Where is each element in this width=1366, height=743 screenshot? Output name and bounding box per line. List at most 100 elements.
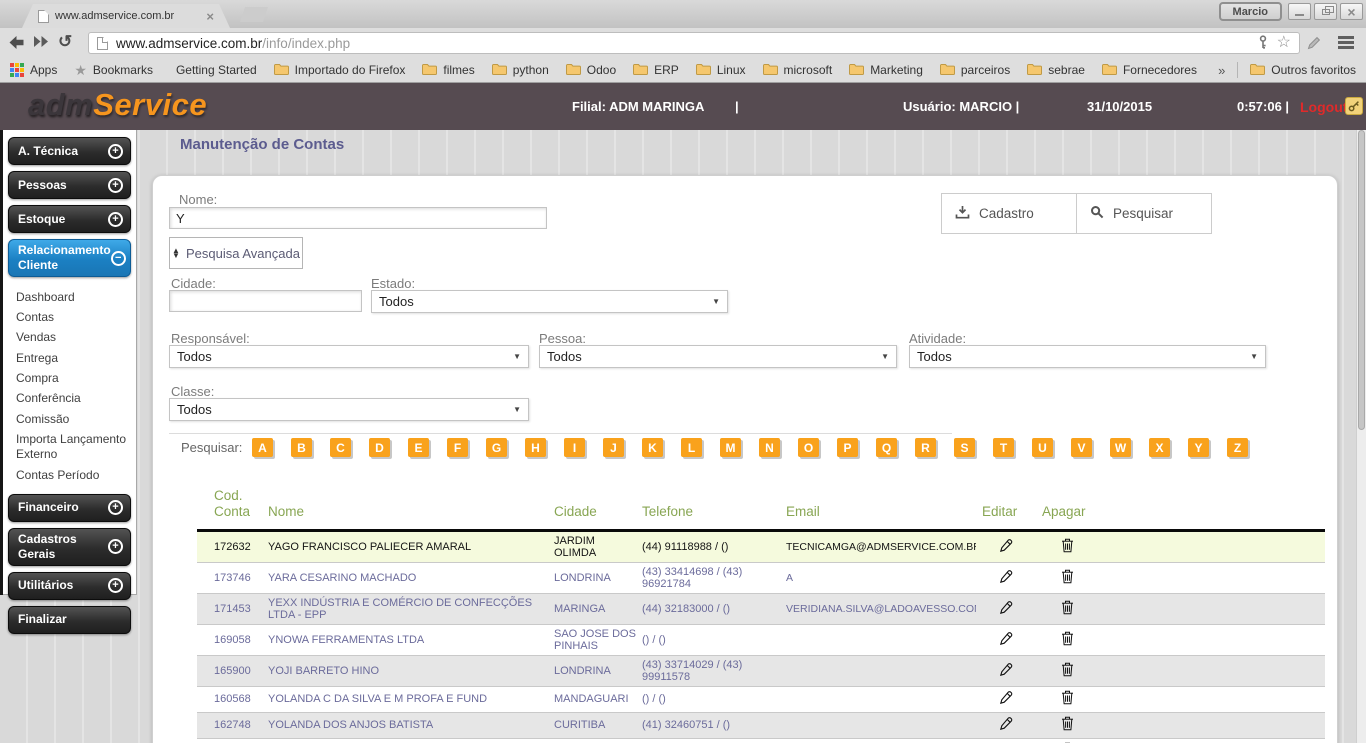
sidebar-group-a-tecnica[interactable]: A. Técnica + xyxy=(8,137,131,165)
sidebar-group-relacionamento-cliente[interactable]: Relacionamento Cliente − xyxy=(8,239,131,277)
letter-button-i[interactable]: I xyxy=(564,438,585,457)
delete-button[interactable] xyxy=(1036,562,1098,594)
reload-button[interactable]: ↺ xyxy=(58,32,72,52)
bookmark-bookmarks[interactable]: ★ Bookmarks xyxy=(74,63,153,78)
sidebar-item-conferencia[interactable]: Conferência xyxy=(16,389,131,409)
sidebar-item-comissao[interactable]: Comissão xyxy=(16,409,131,429)
delete-button[interactable] xyxy=(1036,624,1098,656)
bookmark-erp[interactable]: ERP xyxy=(633,63,679,78)
letter-button-t[interactable]: T xyxy=(993,438,1014,457)
bookmark-apps[interactable]: Apps xyxy=(10,63,57,77)
pesquisar-button[interactable]: Pesquisar xyxy=(1076,194,1211,233)
cidade-input[interactable] xyxy=(169,290,362,312)
bookmark-sebrae[interactable]: sebrae xyxy=(1027,63,1085,78)
letter-button-p[interactable]: P xyxy=(837,438,858,457)
letter-button-n[interactable]: N xyxy=(759,438,780,457)
bookmark-linux[interactable]: Linux xyxy=(695,63,746,78)
edit-button[interactable] xyxy=(976,686,1036,713)
bookmark-python[interactable]: python xyxy=(491,63,549,78)
sidebar-item-vendas[interactable]: Vendas xyxy=(16,328,131,348)
sidebar-item-contas[interactable]: Contas xyxy=(16,307,131,327)
sidebar-item-compra[interactable]: Compra xyxy=(16,368,131,388)
logout-key-icon[interactable] xyxy=(1345,97,1363,115)
delete-button[interactable] xyxy=(1036,530,1098,563)
letter-button-w[interactable]: W xyxy=(1110,438,1131,457)
classe-select[interactable]: Todos ▼ xyxy=(169,398,529,421)
profile-button[interactable]: Marcio xyxy=(1218,2,1282,21)
back-button[interactable] xyxy=(8,35,25,50)
browser-tab[interactable]: www.admservice.com.br × xyxy=(22,4,230,28)
letter-button-l[interactable]: L xyxy=(681,438,702,457)
bookmark-star-icon[interactable]: ☆ xyxy=(1277,35,1291,51)
delete-button[interactable] xyxy=(1036,593,1098,625)
sidebar-group-estoque[interactable]: Estoque + xyxy=(8,205,131,233)
letter-button-h[interactable]: H xyxy=(525,438,546,457)
bookmark-getting-started[interactable]: Getting Started xyxy=(170,63,257,77)
nome-input[interactable] xyxy=(169,207,547,229)
vertical-scrollbar[interactable] xyxy=(1356,130,1366,743)
pessoa-select[interactable]: Todos ▼ xyxy=(539,345,897,368)
sidebar-group-finalizar[interactable]: Finalizar xyxy=(8,605,131,634)
letter-button-y[interactable]: Y xyxy=(1188,438,1209,457)
letter-button-z[interactable]: Z xyxy=(1227,438,1248,457)
bookmark-filmes[interactable]: filmes xyxy=(422,63,475,78)
sidebar-item-entrega[interactable]: Entrega xyxy=(16,348,131,368)
new-tab-button[interactable] xyxy=(240,7,268,22)
forward-button[interactable] xyxy=(33,35,50,48)
sidebar-item-dashboard[interactable]: Dashboard xyxy=(16,287,131,307)
edit-button[interactable] xyxy=(976,712,1036,739)
sidebar-item-contas-periodo[interactable]: Contas Período xyxy=(16,465,131,485)
letter-button-g[interactable]: G xyxy=(486,438,507,457)
responsavel-select[interactable]: Todos ▼ xyxy=(169,345,529,368)
cadastro-button[interactable]: Cadastro xyxy=(942,194,1076,233)
edit-button[interactable] xyxy=(976,738,1036,743)
sidebar-group-financeiro[interactable]: Financeiro + xyxy=(8,493,131,522)
letter-button-s[interactable]: S xyxy=(954,438,975,457)
letter-button-d[interactable]: D xyxy=(369,438,390,457)
menu-icon[interactable] xyxy=(1338,36,1354,49)
customize-icon[interactable] xyxy=(1306,35,1322,56)
advanced-search-button[interactable]: ▲ ▼ Pesquisa Avançada xyxy=(169,237,303,269)
letter-button-x[interactable]: X xyxy=(1149,438,1170,457)
letter-button-q[interactable]: Q xyxy=(876,438,897,457)
url-bar[interactable]: www.admservice.com.br/info/index.php ☆ xyxy=(88,32,1300,54)
sidebar-group-cadastros-gerais[interactable]: Cadastros Gerais + xyxy=(8,527,131,566)
estado-select[interactable]: Todos ▼ xyxy=(371,290,728,313)
bookmark-odoo[interactable]: Odoo xyxy=(565,63,616,78)
letter-button-e[interactable]: E xyxy=(408,438,429,457)
letter-button-f[interactable]: F xyxy=(447,438,468,457)
key-icon[interactable] xyxy=(1257,34,1269,52)
letter-button-j[interactable]: J xyxy=(603,438,624,457)
bookmark-parceiros[interactable]: parceiros xyxy=(939,63,1010,78)
delete-button[interactable] xyxy=(1036,738,1098,743)
logout-link[interactable]: Logout xyxy=(1300,99,1347,115)
letter-button-c[interactable]: C xyxy=(330,438,351,457)
delete-button[interactable] xyxy=(1036,686,1098,713)
letter-button-b[interactable]: B xyxy=(291,438,312,457)
tab-close-icon[interactable]: × xyxy=(206,10,214,23)
letter-button-u[interactable]: U xyxy=(1032,438,1053,457)
bookmarks-overflow-icon[interactable]: » xyxy=(1218,63,1225,78)
delete-button[interactable] xyxy=(1036,712,1098,739)
delete-button[interactable] xyxy=(1036,655,1098,687)
bookmark-microsoft[interactable]: microsoft xyxy=(762,63,832,78)
letter-button-a[interactable]: A xyxy=(252,438,273,457)
letter-button-k[interactable]: K xyxy=(642,438,663,457)
sidebar-group-utilitarios[interactable]: Utilitários + xyxy=(8,571,131,600)
window-restore-button[interactable] xyxy=(1314,3,1337,20)
window-minimize-button[interactable] xyxy=(1288,3,1311,20)
bookmark-importado-do-firefox[interactable]: Importado do Firefox xyxy=(273,63,405,78)
bookmark-fornecedores[interactable]: Fornecedores xyxy=(1101,63,1197,78)
edit-button[interactable] xyxy=(976,655,1036,687)
scrollbar-thumb[interactable] xyxy=(1358,130,1365,430)
letter-button-r[interactable]: R xyxy=(915,438,936,457)
sidebar-group-pessoas[interactable]: Pessoas + xyxy=(8,171,131,199)
edit-button[interactable] xyxy=(976,624,1036,656)
sidebar-item-importa-lancamento-externo[interactable]: Importa Lançamento Externo xyxy=(16,430,131,466)
letter-button-o[interactable]: O xyxy=(798,438,819,457)
edit-button[interactable] xyxy=(976,530,1036,563)
letter-button-m[interactable]: M xyxy=(720,438,741,457)
window-close-button[interactable]: × xyxy=(1340,3,1363,20)
edit-button[interactable] xyxy=(976,562,1036,594)
letter-button-v[interactable]: V xyxy=(1071,438,1092,457)
